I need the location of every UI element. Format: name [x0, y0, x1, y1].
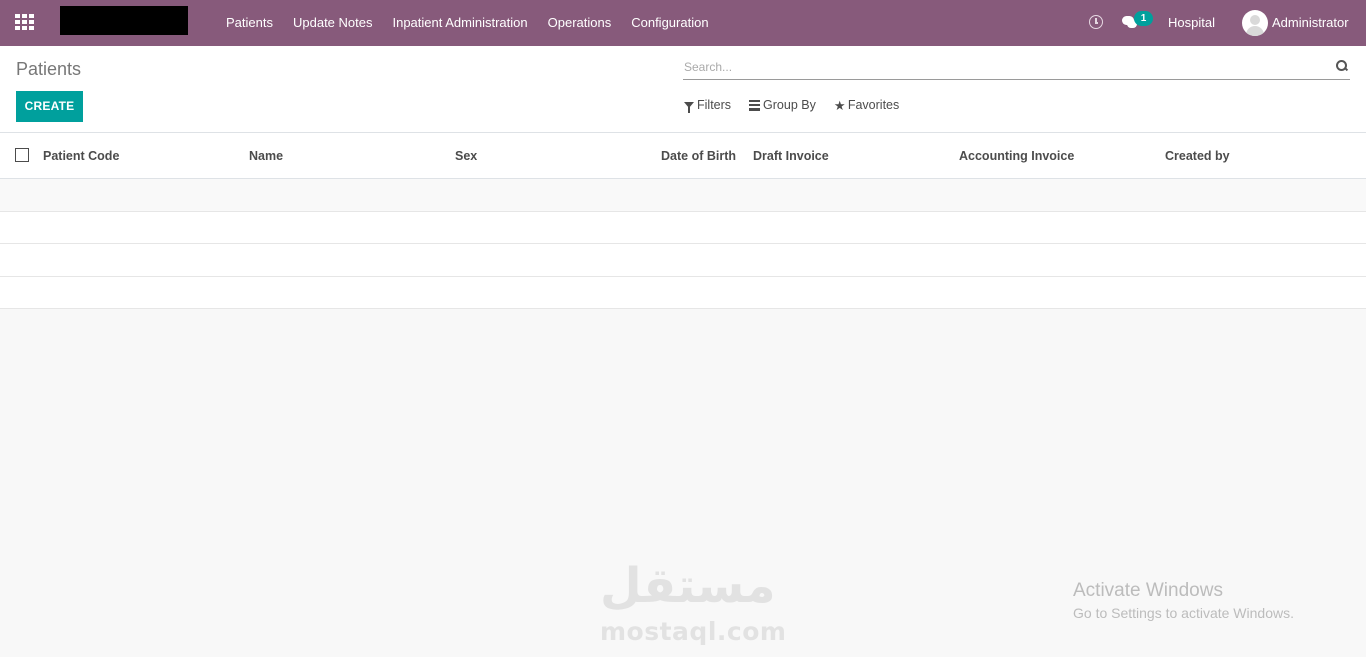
create-button[interactable]: CREATE — [16, 91, 83, 122]
empty-row — [0, 276, 1366, 309]
column-name[interactable]: Name — [249, 133, 283, 179]
filters-button[interactable]: Filters — [684, 98, 732, 113]
group-by-label: Group By — [763, 98, 816, 112]
filters-label: Filters — [697, 98, 732, 112]
menu-item-patients[interactable]: Patients — [216, 0, 283, 46]
activate-windows-subtitle: Go to Settings to activate Windows. — [1073, 605, 1294, 621]
control-panel: Patients CREATE Filters Group By ★ Favor… — [0, 46, 1366, 133]
favorites-label: Favorites — [847, 98, 900, 112]
group-by-button[interactable]: Group By — [749, 98, 816, 112]
menu-item-configuration[interactable]: Configuration — [621, 0, 718, 46]
star-icon: ★ — [833, 97, 846, 113]
top-navbar: Patients Update Notes Inpatient Administ… — [0, 0, 1366, 46]
page-title: Patients — [16, 59, 82, 79]
menu-item-update-notes[interactable]: Update Notes — [283, 0, 383, 46]
activate-windows-title: Activate Windows — [1073, 580, 1223, 601]
mostaql-watermark-url: mostaql.com — [600, 617, 787, 646]
menu-item-inpatient-administration[interactable]: Inpatient Administration — [382, 0, 537, 46]
activity-clock-icon[interactable] — [1089, 15, 1103, 29]
column-draft-invoice[interactable]: Draft Invoice — [753, 133, 829, 179]
filter-funnel-icon — [684, 102, 694, 113]
user-menu[interactable]: Administrator — [1272, 0, 1349, 46]
list-body — [0, 179, 1366, 309]
menu-item-operations[interactable]: Operations — [538, 0, 622, 46]
favorites-button[interactable]: ★ Favorites — [834, 98, 899, 112]
group-by-bars-icon — [749, 99, 761, 111]
message-count-badge: 1 — [1134, 11, 1153, 26]
company-switcher[interactable]: Hospital — [1168, 0, 1215, 46]
search-input[interactable] — [684, 58, 1324, 76]
user-avatar[interactable] — [1242, 10, 1268, 36]
main-menu: Patients Update Notes Inpatient Administ… — [216, 0, 719, 46]
list-header: Patient Code Name Sex Date of Birth Draf… — [0, 133, 1366, 179]
apps-menu-icon[interactable] — [15, 14, 34, 31]
search-options: Filters Group By ★ Favorites — [684, 98, 917, 113]
empty-row — [0, 244, 1366, 277]
empty-row — [0, 211, 1366, 244]
mostaql-watermark-logo: مستقل — [600, 558, 777, 614]
column-date-of-birth[interactable]: Date of Birth — [661, 133, 736, 179]
company-logo[interactable] — [60, 6, 188, 35]
empty-row — [0, 179, 1366, 212]
select-all-checkbox[interactable] — [15, 148, 29, 162]
column-patient-code[interactable]: Patient Code — [43, 133, 119, 179]
column-created-by[interactable]: Created by — [1165, 133, 1230, 179]
column-sex[interactable]: Sex — [455, 133, 477, 179]
search-bar — [683, 56, 1350, 80]
column-accounting-invoice[interactable]: Accounting Invoice — [959, 133, 1074, 179]
search-icon[interactable] — [1336, 60, 1348, 72]
